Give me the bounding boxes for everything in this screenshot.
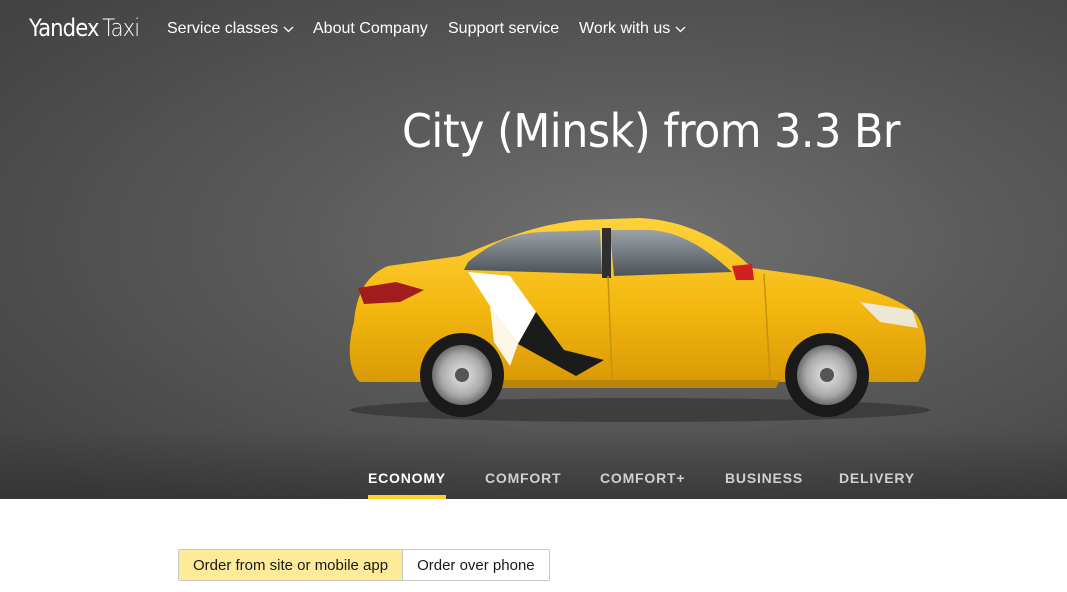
logo-brand: Yandex [29,14,99,42]
tariff-tabs: ECONOMY COMFORT COMFORT+ BUSINESS DELIVE… [0,470,1067,499]
tab-comfort-plus[interactable]: COMFORT+ [600,470,685,499]
nav-support-service[interactable]: Support service [448,20,559,38]
order-phone-button[interactable]: Order over phone [403,550,549,580]
tab-economy[interactable]: ECONOMY [368,470,446,499]
nav-label: Support service [448,20,560,37]
hero-headline: City (Minsk) from 3.3 Br [402,104,900,158]
tab-comfort[interactable]: COMFORT [485,470,561,499]
top-nav: Yandex Taxi Service classes About Company… [0,0,1067,60]
nav-service-classes[interactable]: Service classes [167,20,294,38]
nav-about-company[interactable]: About Company [313,20,428,38]
hero-banner: Yandex Taxi Service classes About Company… [0,0,1067,499]
order-method-toggle: Order from site or mobile app Order over… [178,549,550,581]
yandex-taxi-logo[interactable]: Yandex Taxi [29,14,140,42]
tab-business[interactable]: BUSINESS [725,470,803,499]
nav-label: About Company [313,20,428,37]
chevron-down-icon [675,26,686,33]
order-site-app-button[interactable]: Order from site or mobile app [179,550,404,580]
nav-work-with-us[interactable]: Work with us [579,20,686,38]
tab-delivery[interactable]: DELIVERY [839,470,915,499]
taxi-car-image [349,218,930,422]
chevron-down-icon [283,26,294,33]
nav-label: Service classes [167,20,279,37]
logo-product: Taxi [102,14,140,42]
nav-label: Work with us [579,20,671,37]
